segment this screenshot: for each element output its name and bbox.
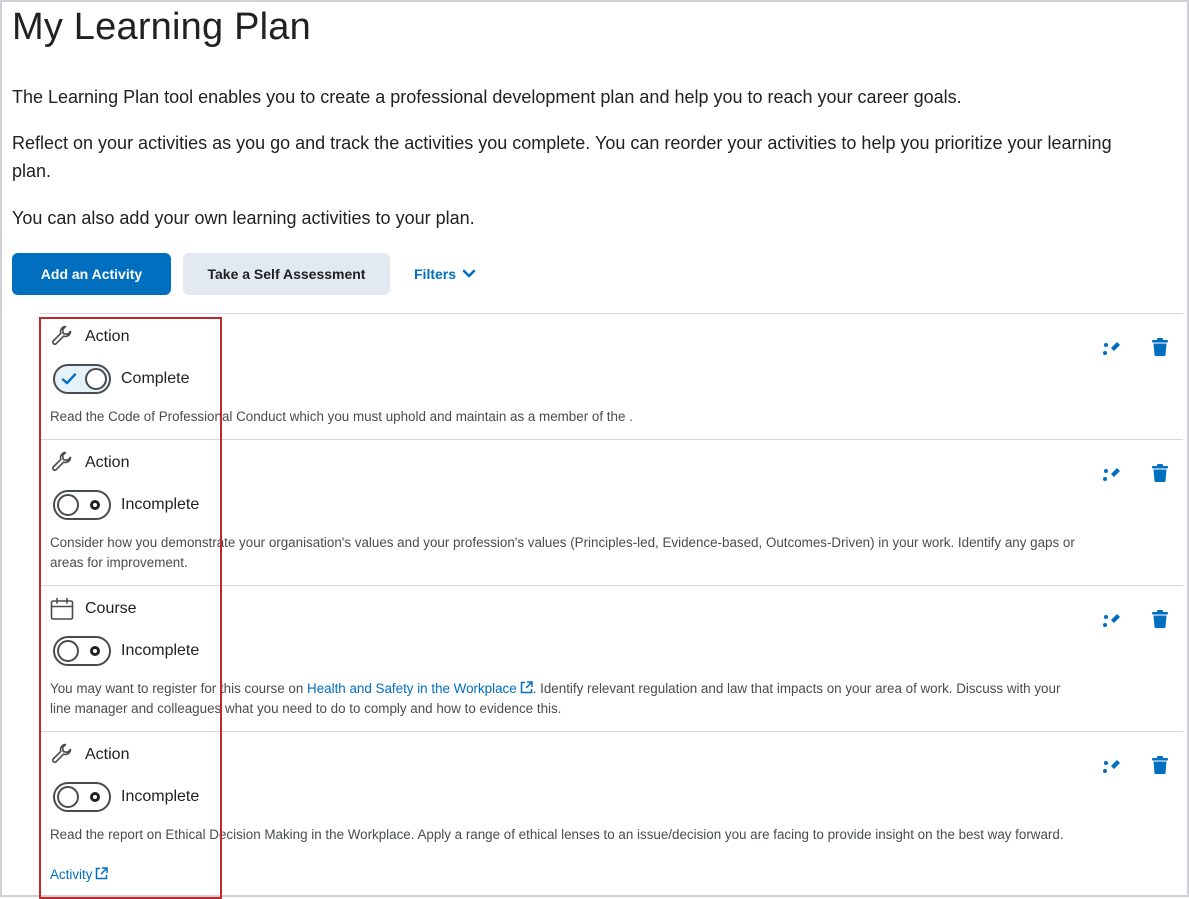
page-title: My Learning Plan	[12, 6, 311, 48]
activity-type-label: Course	[85, 600, 137, 617]
wrench-icon	[49, 742, 75, 768]
edit-icon[interactable]	[1101, 754, 1123, 776]
toggle-knob	[57, 494, 79, 516]
wrench-icon	[49, 450, 75, 476]
completion-toggle-row: Incomplete	[53, 782, 199, 812]
description-text: You may want to register for this course…	[50, 681, 308, 696]
trash-icon[interactable]	[1149, 608, 1171, 630]
external-link-icon	[520, 681, 533, 694]
course-link-label: Health and Safety in the Workplace	[307, 681, 517, 696]
completion-status: Incomplete	[121, 496, 200, 513]
activity-actions	[1101, 608, 1171, 630]
completion-status: Incomplete	[121, 788, 200, 805]
chevron-down-icon	[462, 269, 476, 278]
activity-description: Read the report on Ethical Decision Maki…	[50, 827, 1064, 842]
completion-status: Incomplete	[121, 642, 200, 659]
completion-toggle[interactable]	[53, 364, 111, 394]
toggle-knob	[85, 368, 107, 390]
activity-actions	[1101, 462, 1171, 484]
completion-toggle-row: Complete	[53, 364, 189, 394]
activity-link-label: Activity	[50, 867, 93, 882]
toggle-off-indicator	[90, 646, 100, 656]
activity-type: Action	[49, 450, 129, 476]
filters-label: Filters	[414, 266, 457, 282]
trash-icon[interactable]	[1149, 462, 1171, 484]
toggle-off-indicator	[90, 792, 100, 802]
edit-icon[interactable]	[1101, 462, 1123, 484]
completion-toggle-row: Incomplete	[53, 490, 199, 520]
trash-icon[interactable]	[1149, 336, 1171, 358]
course-link[interactable]: Health and Safety in the Workplace	[307, 681, 533, 696]
activity-link[interactable]: Activity	[50, 865, 109, 885]
intro-paragraph: You can also add your own learning activ…	[12, 208, 475, 228]
calendar-icon	[49, 596, 75, 622]
activity-item: Action Complete Read the Code of Profess…	[40, 313, 1183, 440]
activity-description: Consider how you demonstrate your organi…	[50, 535, 1075, 570]
activity-type-label: Action	[85, 328, 130, 345]
checkmark-icon	[61, 373, 77, 385]
add-activity-button[interactable]: Add an Activity	[12, 253, 171, 295]
activity-type: Action	[49, 742, 129, 768]
activity-actions	[1101, 754, 1171, 776]
activity-description: You may want to register for this course…	[50, 679, 1080, 719]
completion-status: Complete	[121, 370, 190, 387]
completion-toggle[interactable]	[53, 636, 111, 666]
completion-toggle-row: Incomplete	[53, 636, 199, 666]
activity-type-label: Action	[85, 454, 130, 471]
self-assessment-button[interactable]: Take a Self Assessment	[183, 253, 390, 295]
activity-type: Action	[49, 324, 129, 350]
edit-icon[interactable]	[1101, 608, 1123, 630]
intro-paragraph: Reflect on your activities as you go and…	[12, 133, 1112, 181]
activity-item: Action Incomplete Read the report on Eth…	[40, 731, 1183, 892]
activity-actions	[1101, 336, 1171, 358]
intro-paragraph: The Learning Plan tool enables you to cr…	[12, 87, 962, 107]
external-link-icon	[96, 867, 109, 880]
edit-icon[interactable]	[1101, 336, 1123, 358]
completion-toggle[interactable]	[53, 782, 111, 812]
activity-type: Course	[49, 596, 137, 622]
activity-item: Course Incomplete You may want to regist…	[40, 585, 1183, 732]
completion-toggle[interactable]	[53, 490, 111, 520]
toggle-knob	[57, 640, 79, 662]
wrench-icon	[49, 324, 75, 350]
toggle-off-indicator	[90, 500, 100, 510]
filters-dropdown[interactable]: Filters	[414, 263, 476, 285]
activity-item: Action Incomplete Consider how you demon…	[40, 439, 1183, 586]
toggle-knob	[57, 786, 79, 808]
activity-description: Read the Code of Professional Conduct wh…	[50, 409, 633, 424]
trash-icon[interactable]	[1149, 754, 1171, 776]
activity-type-label: Action	[85, 746, 130, 763]
